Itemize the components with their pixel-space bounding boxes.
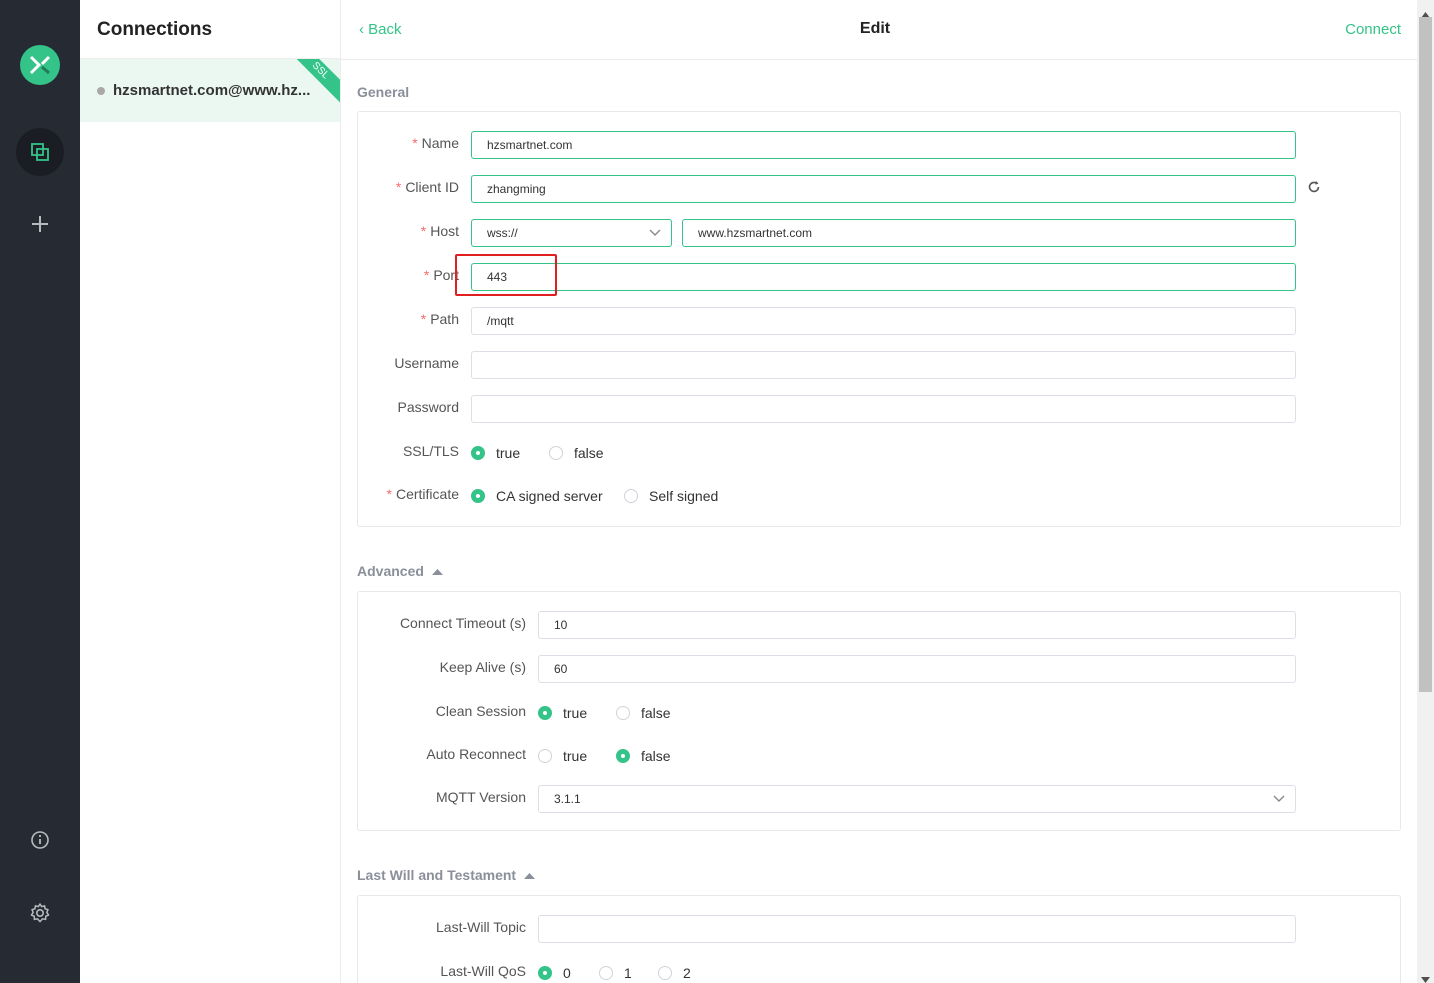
path-input[interactable]: /mqtt [471,307,1296,335]
left-rail [0,0,80,983]
port-input[interactable]: 443 [471,263,1296,291]
name-input[interactable]: hzsmartnet.com [471,131,1296,159]
connect-timeout-input[interactable]: 10 [538,611,1296,639]
client-id-label: * Client ID [395,179,459,195]
lastwill-topic-label: Last-Will Topic [436,919,526,935]
radio-dot [471,446,485,460]
clean-false-radio[interactable]: false [616,705,671,721]
keep-alive-input[interactable]: 60 [538,655,1296,683]
qos-2-radio[interactable]: 2 [658,965,691,981]
lastwill-topic-input[interactable] [538,915,1296,943]
connection-item[interactable]: hzsmartnet.com@www.hz... SSL [80,59,340,122]
certificate-label: * Certificate [386,486,459,502]
ssl-true-radio[interactable]: true [471,445,520,461]
top-bar: ‹ Back Edit Connect [341,0,1417,60]
connect-button[interactable]: Connect [1345,21,1401,38]
reconnect-false-radio[interactable]: false [616,748,671,764]
clean-session-label: Clean Session [435,703,526,719]
advanced-section-title[interactable]: Advanced [357,563,443,579]
scroll-thumb[interactable] [1419,17,1432,692]
logo-icon[interactable] [20,45,60,85]
radio-dot [538,966,552,980]
app: Connections hzsmartnet.com@www.hz... SSL… [0,0,1434,983]
connections-panel: Connections hzsmartnet.com@www.hz... SSL [80,0,341,983]
lastwill-section-title[interactable]: Last Will and Testament [357,867,535,883]
radio-dot [549,446,563,460]
connections-title: Connections [97,19,213,40]
reconnect-true-radio[interactable]: true [538,748,587,764]
client-id-input[interactable]: zhangming [471,175,1296,203]
password-input[interactable] [471,395,1296,423]
keep-alive-label: Keep Alive (s) [439,659,526,675]
cert-self-radio[interactable]: Self signed [624,488,718,504]
auto-reconnect-label: Auto Reconnect [426,746,526,762]
general-section-title: General [357,84,410,100]
radio-dot [616,706,630,720]
annotation-highlight-box [455,254,557,296]
radio-dot [616,749,630,763]
refresh-icon[interactable] [1307,180,1321,199]
edit-panel: ‹ Back Edit Connect General * Name hzsmar… [341,0,1417,983]
caret-up-icon [431,563,443,579]
connect-timeout-label: Connect Timeout (s) [399,615,526,631]
protocol-select[interactable]: wss:// [471,219,672,247]
radio-dot [599,966,613,980]
clean-true-radio[interactable]: true [538,705,587,721]
radio-dot [538,749,552,763]
lastwill-card: Last-Will Topic Last-Will QoS 0 1 2 [357,895,1401,983]
radio-dot [658,966,672,980]
name-label: * Name [412,135,459,151]
username-label: Username [394,355,459,371]
chevron-down-icon [649,220,661,255]
qos-1-radio[interactable]: 1 [599,965,632,981]
connection-name: hzsmartnet.com@www.hz... [113,82,311,99]
chevron-down-icon [1273,786,1285,821]
plus-icon[interactable] [16,200,64,248]
ssl-false-radio[interactable]: false [549,445,604,461]
scroll-down-icon[interactable] [1421,970,1430,983]
advanced-card: Connect Timeout (s) 10 Keep Alive (s) 60… [357,591,1401,831]
cert-ca-radio[interactable]: CA signed server [471,488,603,504]
host-input[interactable]: www.hzsmartnet.com [682,219,1296,247]
mqtt-version-select[interactable]: 3.1.1 [538,785,1296,813]
qos-0-radio[interactable]: 0 [538,965,571,981]
path-label: * Path [420,311,459,327]
connections-icon[interactable] [16,128,64,176]
port-label: * Port [423,267,459,283]
ssl-label: SSL/TLS [402,443,459,459]
radio-dot [538,706,552,720]
page-title: Edit [859,20,891,37]
password-label: Password [397,399,459,415]
radio-dot [471,489,485,503]
scrollbar[interactable] [1417,0,1434,983]
caret-up-icon [523,867,535,883]
radio-dot [624,489,638,503]
info-icon[interactable] [16,816,64,864]
status-dot [97,87,105,95]
gear-icon[interactable] [16,889,64,937]
username-input[interactable] [471,351,1296,379]
mqtt-version-label: MQTT Version [436,789,526,805]
lastwill-qos-label: Last-Will QoS [440,963,526,979]
general-card: * Name hzsmartnet.com * Client ID zhangmin… [357,111,1401,527]
host-label: * Host [420,223,459,239]
